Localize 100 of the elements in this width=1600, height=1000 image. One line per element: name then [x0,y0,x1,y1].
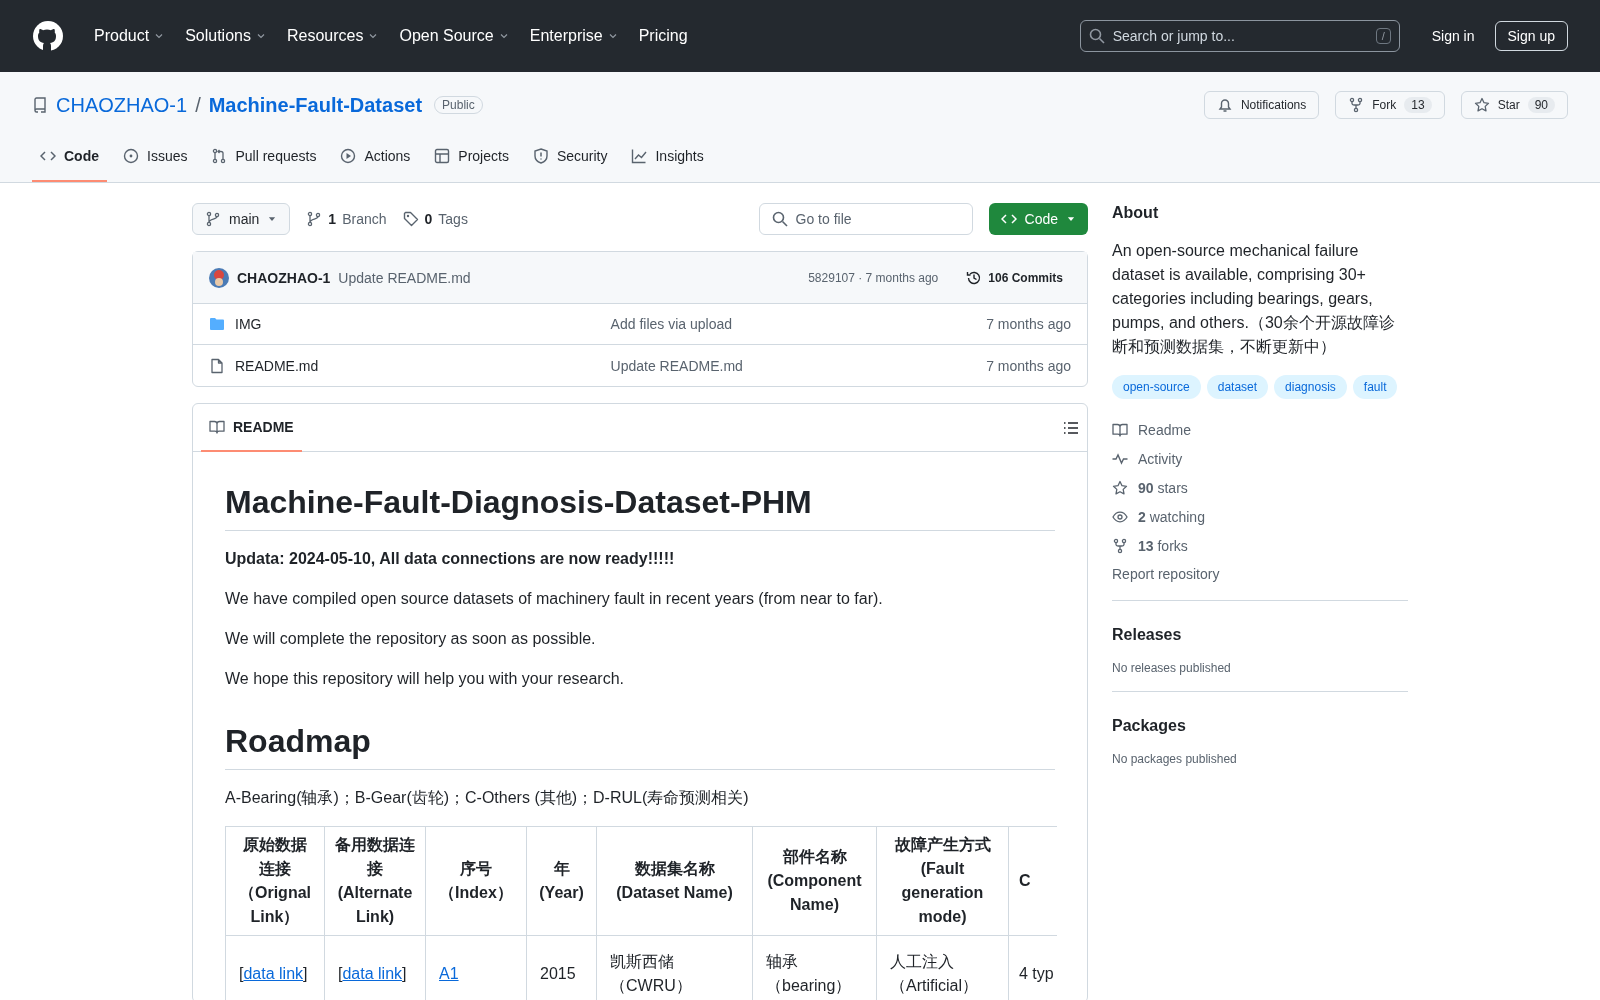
column-header: C [1008,826,1057,936]
fork-button[interactable]: Fork 13 [1335,91,1445,119]
commit-hash-time[interactable]: 5829107 · 7 months ago [808,270,939,285]
readme-paragraph: We will complete the repository as soon as possible. [225,629,597,649]
column-header: 序号（Index） [425,826,527,936]
table-cell: [data link] [338,965,407,982]
repo-tab[interactable]: Projects [426,132,517,182]
legend-text: A-Bearing(轴承)；B-Gear(齿轮)；C-Others (其他)；D-RUL(寿命预测相关) [225,788,750,808]
fork-icon [1348,97,1365,113]
owner-link[interactable]: CHAOZHAO-1 [56,93,188,117]
repo-tab[interactable]: Security [524,132,616,182]
notifications-button[interactable]: Notifications [1203,91,1320,119]
repo-tab[interactable]: Actions [332,132,419,182]
table-cell: [data link] [239,965,308,982]
column-header: 部件名称(Component Name) [752,826,877,936]
branches-link[interactable]: 1 Branch [306,211,387,227]
repo-tab[interactable]: Pull requests [203,132,325,182]
column-header: 备用数据连接(Alternate Link) [324,826,426,936]
commit-time: 7 months ago [986,316,1071,332]
readme-title: Machine-Fault-Diagnosis-Dataset-PHM [225,482,1055,531]
search-icon [771,211,788,227]
folder-icon [209,316,225,332]
branch-icon [306,211,323,227]
column-header: 故障产生方式(Fault generation mode) [876,826,1009,936]
commit-message-link[interactable]: Update README.md [338,269,471,286]
history-icon [966,269,983,286]
commit-author[interactable]: CHAOZHAO-1 [237,269,331,286]
about-heading: About [1112,203,1160,223]
index-link[interactable]: A1 [439,965,459,982]
path-separator: / [195,93,201,117]
table-cell: 2015 [540,965,576,982]
branch-selector[interactable]: main [192,203,291,235]
repo-tab[interactable]: Code [32,132,107,182]
releases-note: No releases published [1112,661,1232,675]
tags-link[interactable]: 0 Tags [402,211,468,227]
repo-name-link[interactable]: Machine-Fault-Dataset [208,93,423,117]
search-field[interactable]: Search or jump to... / [1079,20,1400,52]
pull-request-icon [211,148,228,164]
sign-up-button[interactable]: Sign up [1494,21,1568,51]
nav-menu-item[interactable]: Enterprise [521,27,627,45]
sidebar-link[interactable]: 2 watching [1138,508,1205,525]
sidebar-link[interactable]: 13 forks [1138,537,1188,554]
readme-paragraph: We hope this repository will help you with your research. [225,669,625,689]
topic-tag[interactable]: fault [1352,375,1398,399]
nav-menu-item[interactable]: Product [86,27,174,45]
file-icon [209,357,225,374]
fork-icon [1112,537,1128,554]
nav-menu-item[interactable]: Resources [278,27,388,45]
section-heading: Roadmap [225,721,1055,770]
play-icon [340,148,357,164]
circle-dot-icon [123,148,139,164]
book-icon [1112,421,1128,438]
repo-tab[interactable]: Insights [623,132,712,182]
star-icon [1473,97,1490,113]
shield-icon [532,148,549,164]
star-button[interactable]: Star 90 [1460,91,1568,119]
readme-paragraph: Updata: 2024-05-10, All data connections are now ready!!!!! [225,549,676,569]
commit-message-link[interactable]: Add files via upload [610,316,977,332]
column-header: 数据集名称(Dataset Name) [596,826,753,936]
readme-paragraph: We have compiled open source datasets of machinery fault in recent years (from near to far). [225,589,884,609]
table-cell: 凯斯西储（CWRU） [610,953,692,994]
graph-icon [631,148,648,164]
nav-menu-item[interactable]: Solutions [177,27,275,45]
star-icon [1112,479,1128,496]
table-cell: 人工注入（Artificial） [890,953,978,994]
commit-message-link[interactable]: Update README.md [610,357,977,374]
packages-heading[interactable]: Packages [1112,716,1408,736]
table-cell: 轴承（bearing） [766,953,852,994]
sidebar-link[interactable]: Readme [1138,421,1191,438]
commits-link[interactable]: 106 Commits [958,269,1071,286]
tag-icon [402,211,419,227]
topic-tag[interactable]: dataset [1206,375,1269,399]
repo-tab[interactable]: Issues [115,132,196,182]
file-name-link[interactable]: README.md [235,357,601,374]
data-link[interactable]: data link [342,965,403,982]
code-button[interactable]: Code [988,203,1088,235]
table-cell: 4 typ [1019,965,1054,982]
book-icon [209,418,225,435]
table-icon [434,148,451,164]
repo-icon [32,97,48,113]
report-link[interactable]: Report repository [1112,566,1408,582]
nav-menu-item[interactable]: Open Source [391,27,518,45]
branch-icon [205,211,221,227]
topic-tag[interactable]: diagnosis [1274,375,1347,399]
repo-description: An open-source mechanical failure dataset is available, comprising 30+ categories including bearings, gears, pumps, and others.（30余个开源故障诊断和预测数据集，不断更新中） [1112,241,1396,357]
column-header: 原始数据连接（Orignal Link） [225,826,325,936]
octocat-logo[interactable] [32,20,64,52]
releases-heading[interactable]: Releases [1112,625,1408,645]
go-to-file-field[interactable]: Go to file [758,203,973,235]
readme-tab[interactable]: README [201,404,302,452]
topic-tag[interactable]: open-source [1112,375,1201,399]
sidebar-link[interactable]: Activity [1138,450,1183,467]
data-link[interactable]: data link [243,965,304,982]
outline-menu-icon[interactable] [1063,419,1079,436]
sign-in-link[interactable]: Sign in [1419,28,1487,44]
sidebar-link[interactable]: 90 stars [1138,479,1188,496]
avatar[interactable] [209,267,229,288]
file-name-link[interactable]: IMG [235,316,601,332]
nav-menu-item[interactable]: Pricing [630,27,696,45]
column-header: 年(Year) [526,826,597,936]
